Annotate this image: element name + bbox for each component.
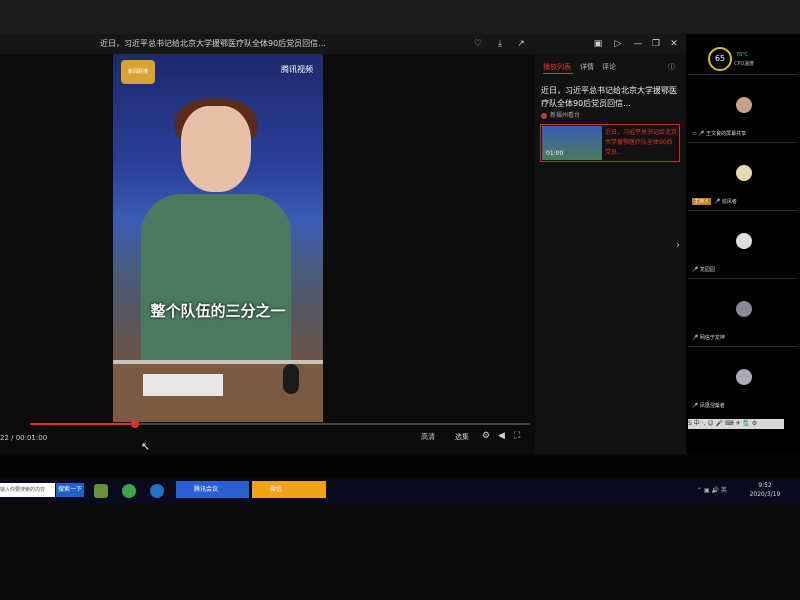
browser-icon[interactable] [122,484,136,498]
fullscreen-icon[interactable]: ⛶ [514,431,520,441]
system-tray-icons[interactable]: ⌃ ▣ 🔊 英 [697,485,727,494]
avatar [736,301,752,317]
microphone [283,364,299,394]
player-title: 近日，习近平总书记给北京大学援鄂医疗队全体90后党员回信... [100,39,326,48]
video-author[interactable]: 新福州看台 [541,110,580,119]
mini-player-icon[interactable]: ▣ [592,38,604,50]
search-button[interactable]: 搜索一下 [56,483,84,497]
favorite-icon[interactable]: ♡ [472,38,484,50]
info-icon[interactable]: ⓘ [668,62,675,72]
monitor-bezel-top [0,0,800,34]
clock-time: 9:52 [758,482,772,489]
episodes-button[interactable]: 选集 [455,432,469,442]
related-thumbnail: 01:00 [542,126,602,160]
related-duration: 01:00 [546,150,564,157]
participant-name: 主持人 🎤 追风者 [692,198,737,205]
author-name: 新福州看台 [550,112,581,119]
progress-handle[interactable] [131,420,139,428]
browser2-icon[interactable] [150,484,164,498]
minimize-icon[interactable]: — [632,38,644,50]
participant-name: 🎤 凤凰涅槃者 [692,403,725,409]
cpu-temperature: 78°C [736,52,749,58]
mouse-cursor-icon: ↖ [141,440,151,453]
participant-tile[interactable]: 🎤 网信于龙坤 [688,278,798,345]
monitor-bezel-bottom [0,504,800,600]
participant-name: 🎤 网信于龙坤 [692,335,725,341]
author-avatar-icon [541,112,547,119]
participant-tile[interactable]: ▭ 🎤 王文良的屏幕共享 [688,74,798,141]
player-titlebar: 近日，习近平总书记给北京大学援鄂医疗队全体90后党员回信... ♡ ⤓ ↗ ▣ … [0,34,686,54]
avatar [736,369,752,385]
tab-comments[interactable]: 评论 [602,62,616,72]
participant-name: 🎤 龙园园 [692,267,715,273]
quality-button[interactable]: 高清 [421,432,435,442]
avatar [736,97,752,113]
download-icon[interactable]: ⤓ [494,38,506,50]
chevron-right-icon[interactable]: › [676,240,680,251]
meeting-gallery: 65 78°C CPU温度 ▭ 🎤 王文良的屏幕共享 主持人 🎤 追风者 🎤 龙园… [686,34,800,454]
video-player-window: 近日，习近平总书记给北京大学援鄂医疗队全体90后党员回信... ♡ ⤓ ↗ ▣ … [0,34,686,454]
tencent-video-watermark: 腾讯视频 [281,65,313,74]
participant-name: ▭ 🎤 王文良的屏幕共享 [692,131,747,137]
panel-video-title: 近日，习近平总书记给北京大学援鄂医疗队全体90后党员回信... [541,86,677,108]
tab-details[interactable]: 详情 [580,62,594,72]
maximize-icon[interactable]: ❐ [650,38,662,50]
participant-tile[interactable]: 🎤 凤凰涅槃者 [688,346,798,413]
participant-tile[interactable]: 主持人 🎤 追风者 [688,142,798,209]
related-video-item[interactable]: 01:00 近日，习近平总书记给北京大学援鄂医疗队全体90后党员... [540,124,680,162]
cpu-label: CPU温度 [734,61,755,67]
active-tab-indicator [543,73,573,74]
desktop-screen: 近日，习近平总书记给北京大学援鄂医疗队全体90后党员回信... ♡ ⤓ ↗ ▣ … [0,34,800,504]
playlist-panel: 播放列表 详情 评论 ⓘ 近日，习近平总书记给北京大学援鄂医疗队全体90后党员回… [535,54,686,454]
close-icon[interactable]: ✕ [668,38,680,50]
task-meeting[interactable]: 腾讯会议 [176,481,249,498]
cctv-logo: 新闻联播 [121,60,155,84]
windows-taskbar: 输入你要搜索的内容 搜索一下 腾讯会议 微信 ⌃ ▣ 🔊 英 9:52 2020/… [0,478,800,504]
playback-time: 22 / 00:01:00 [0,434,48,442]
avatar [736,233,752,249]
anchor-face [181,106,251,192]
clock-date: 2020/3/19 [749,491,781,498]
task-wechat[interactable]: 微信 [252,481,326,498]
progress-fill [30,423,135,425]
ime-toolbar[interactable]: S 中 ·, ☺ 🎤 ⌨ ✈ 🎽 ⚙ [688,419,784,429]
search-input[interactable]: 输入你要搜索的内容 [0,483,55,497]
folder-icon[interactable] [94,484,108,498]
volume-icon[interactable]: ◀ [498,431,505,441]
participant-tile[interactable]: 🎤 龙园园 [688,210,798,277]
clock[interactable]: 9:52 2020/3/19 [740,481,790,499]
related-title: 近日，习近平总书记给北京大学援鄂医疗队全体90后党员... [605,129,678,156]
video-frame[interactable]: 新闻联播 腾讯视频 整个队伍的三分之一 [113,54,323,422]
cpu-usage-gauge: 65 [708,47,732,71]
settings-icon[interactable]: ⚙ [482,431,490,441]
papers [143,374,223,396]
tab-playlist[interactable]: 播放列表 [543,62,571,72]
share-icon[interactable]: ↗ [515,38,527,50]
avatar [736,165,752,181]
cast-icon[interactable]: ▷ [612,38,624,50]
progress-bar[interactable] [30,420,530,428]
video-subtitle: 整个队伍的三分之一 [150,302,286,320]
